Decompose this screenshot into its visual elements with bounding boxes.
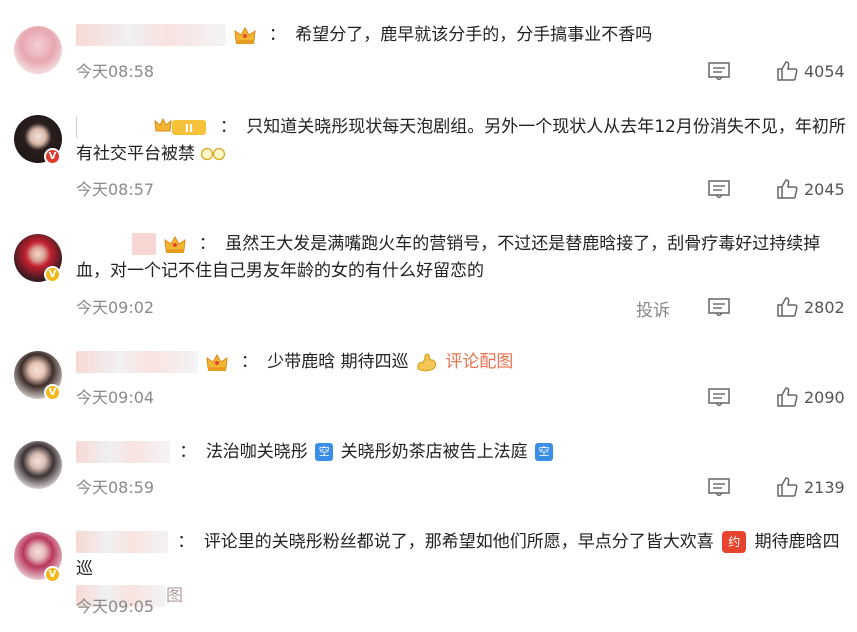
username-masked[interactable] bbox=[76, 233, 156, 255]
comment-time: 今天08:59 bbox=[76, 478, 155, 497]
reply-icon[interactable] bbox=[708, 478, 730, 496]
colon: ： bbox=[268, 25, 286, 45]
comment-time: 今天09:04 bbox=[76, 388, 155, 407]
like-count: 2090 bbox=[804, 388, 845, 407]
comment-image-link[interactable]: 评论配图 bbox=[445, 352, 513, 372]
reply-icon[interactable] bbox=[708, 180, 730, 198]
avatar[interactable] bbox=[14, 26, 62, 74]
comment-line: II ： 只知道关晓彤现状每天泡剧组。另外一个现状人从去年12月份消失不见，年初… bbox=[76, 114, 847, 168]
comment-line: ： 少带鹿晗 期待四巡 评论配图 bbox=[76, 349, 847, 376]
colon: ： bbox=[240, 352, 258, 372]
comment-time: 今天09:05 bbox=[76, 597, 155, 616]
comment-text: 评论里的关晓彤粉丝都说了，那希望如他们所愿，早点分了皆大欢喜 bbox=[203, 532, 714, 552]
emoji-badge-icon: 约 bbox=[722, 531, 747, 553]
username-masked[interactable] bbox=[76, 531, 168, 553]
like-icon[interactable] bbox=[776, 386, 798, 408]
crown-icon bbox=[164, 235, 187, 253]
verified-yellow-badge: V bbox=[44, 266, 61, 283]
like-icon[interactable] bbox=[776, 476, 798, 498]
like-icon[interactable] bbox=[776, 60, 798, 82]
level-badge-icon: II bbox=[154, 117, 207, 135]
comment-line: ： 评论里的关晓彤粉丝都说了，那希望如他们所愿，早点分了皆大欢喜 约 期待鹿晗四… bbox=[76, 529, 847, 610]
comment-time: 今天08:57 bbox=[76, 180, 155, 199]
level-text: II bbox=[185, 122, 193, 135]
comment-line: ： 虽然王大发是满嘴跑火车的营销号，不过还是替鹿晗接了，刮骨疗毒好过持续掉血，对… bbox=[76, 231, 847, 285]
reply-icon[interactable] bbox=[708, 62, 730, 80]
comment-line: ： 希望分了，鹿早就该分手的，分手搞事业不香吗 bbox=[76, 22, 847, 49]
empty-tag-icon: 空 bbox=[535, 443, 554, 461]
comment-text: 希望分了，鹿早就该分手的，分手搞事业不香吗 bbox=[295, 25, 653, 45]
avatar[interactable] bbox=[14, 441, 62, 489]
like-icon[interactable] bbox=[776, 296, 798, 318]
crown-icon bbox=[206, 353, 229, 371]
username-masked[interactable] bbox=[76, 24, 226, 46]
username-masked[interactable] bbox=[76, 116, 149, 138]
colon: ： bbox=[219, 117, 237, 137]
like-count: 2802 bbox=[804, 298, 845, 317]
username-masked[interactable] bbox=[76, 441, 170, 463]
reply-icon[interactable] bbox=[708, 388, 730, 406]
comment-line: ： 法治咖关晓彤 空 关晓彤奶茶店被告上法庭 空 bbox=[76, 439, 847, 466]
colon: ： bbox=[198, 234, 216, 254]
verified-yellow-badge: V bbox=[44, 566, 61, 583]
comment-text-part2: 关晓彤奶茶店被告上法庭 bbox=[340, 442, 528, 462]
crown-icon bbox=[234, 26, 257, 44]
like-count: 4054 bbox=[804, 62, 845, 81]
comment-time: 今天08:58 bbox=[76, 62, 155, 81]
colon: ： bbox=[177, 532, 195, 552]
comment-text-part1: 法治咖关晓彤 bbox=[205, 442, 308, 462]
like-count: 2139 bbox=[804, 478, 845, 497]
comment-image-link-tail[interactable]: 图 bbox=[166, 586, 183, 606]
comment-time: 今天09:02 bbox=[76, 298, 155, 317]
verified-red-badge: V bbox=[44, 148, 61, 165]
like-icon[interactable] bbox=[776, 178, 798, 200]
empty-tag-icon: 空 bbox=[315, 443, 334, 461]
reply-icon[interactable] bbox=[708, 298, 730, 316]
glasses-emoji-icon bbox=[201, 147, 226, 161]
verified-yellow-badge: V bbox=[44, 384, 61, 401]
comment-text: 少带鹿晗 期待四巡 bbox=[267, 352, 409, 372]
like-count: 2045 bbox=[804, 180, 845, 199]
report-button[interactable]: 投诉 bbox=[636, 296, 670, 321]
colon: ： bbox=[179, 442, 197, 462]
comment-text: 虽然王大发是满嘴跑火车的营销号，不过还是替鹿晗接了，刮骨疗毒好过持续掉血，对一个… bbox=[76, 234, 821, 281]
username-masked[interactable] bbox=[76, 351, 198, 373]
muscle-emoji-icon bbox=[417, 353, 437, 372]
